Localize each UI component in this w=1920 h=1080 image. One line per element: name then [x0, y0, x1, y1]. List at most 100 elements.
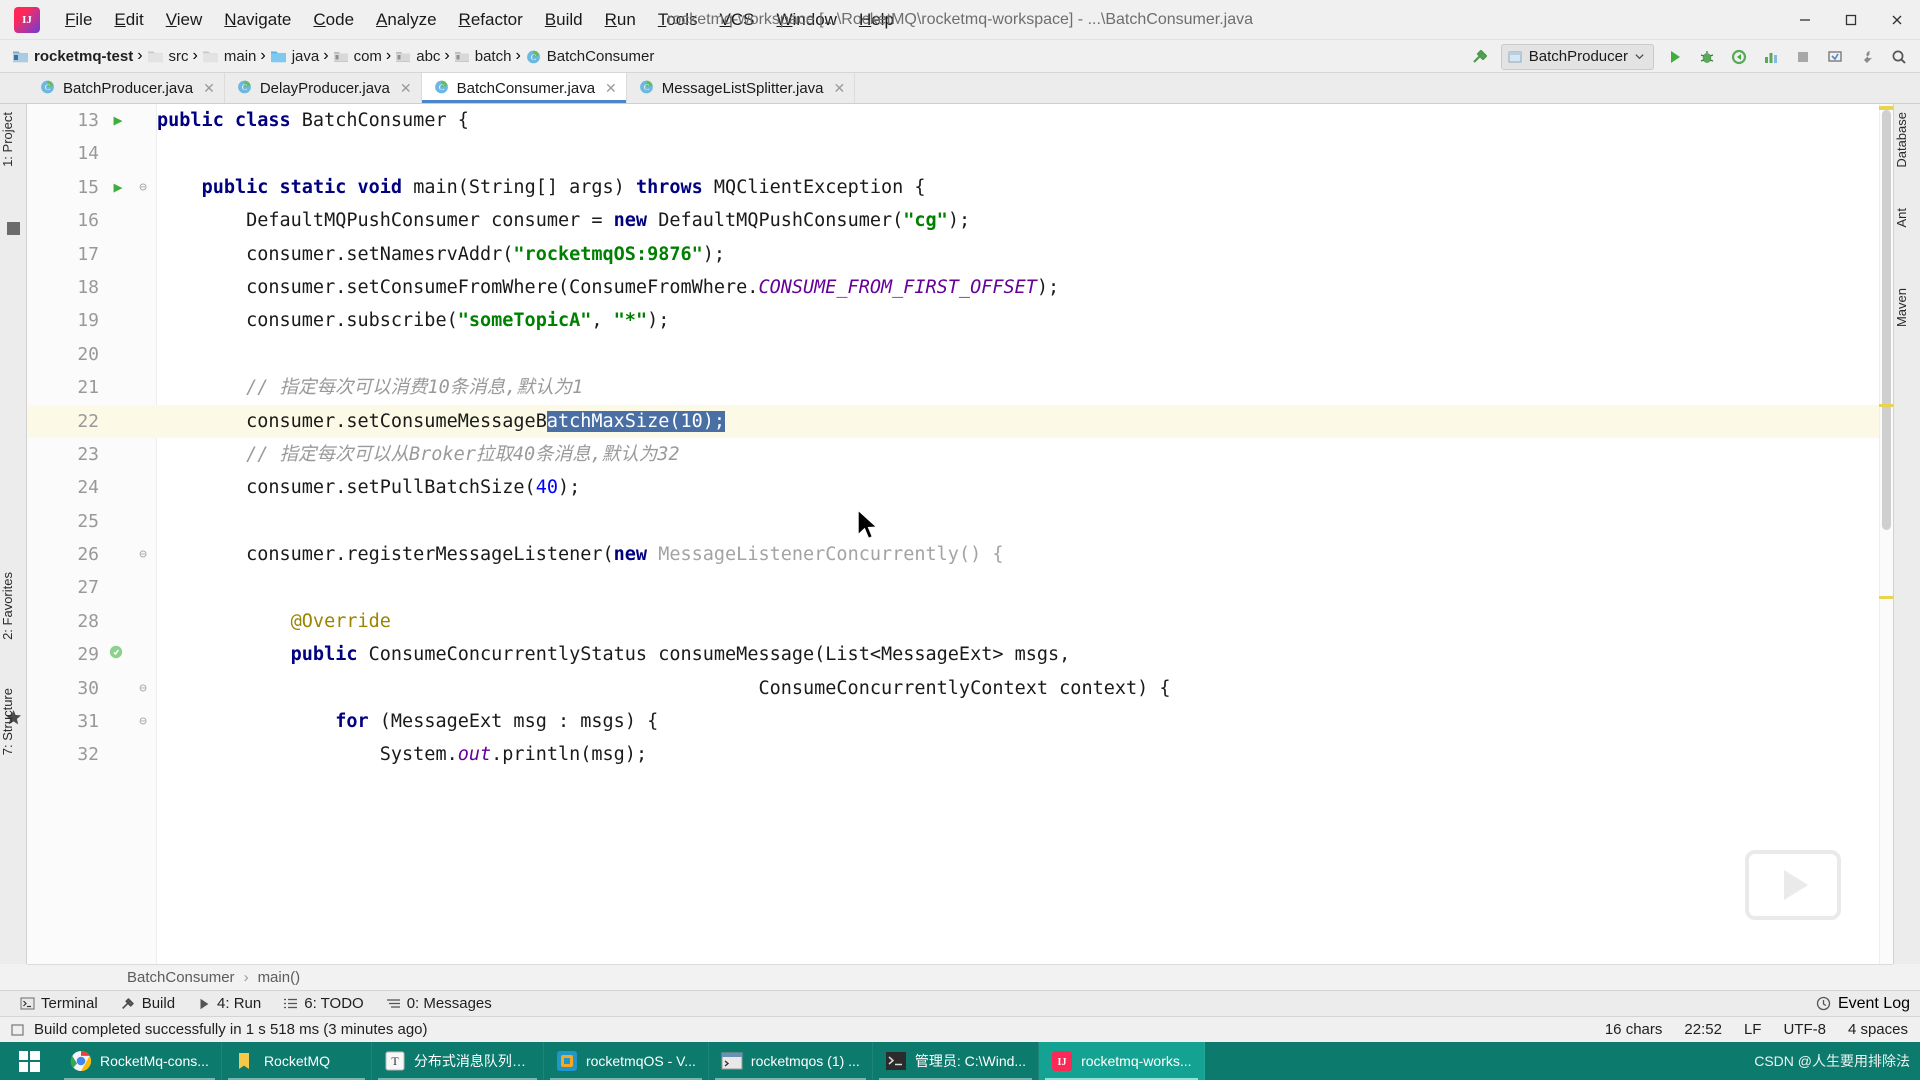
tool-button-favorites[interactable]: 2: Favorites: [0, 566, 27, 646]
taskbar-item[interactable]: rocketmqos (1) ...: [709, 1042, 873, 1080]
menu-navigate[interactable]: Navigate: [213, 5, 302, 35]
code-line-25[interactable]: 25: [27, 505, 1893, 538]
breadcrumb-item-rocketmq-test[interactable]: rocketmq-test: [8, 46, 137, 67]
menu-refactor[interactable]: Refactor: [448, 5, 534, 35]
profile-button[interactable]: [1756, 43, 1786, 71]
menu-code[interactable]: Code: [302, 5, 365, 35]
taskbar-item[interactable]: T 分布式消息队列R...: [372, 1042, 544, 1080]
close-button[interactable]: [1874, 0, 1920, 40]
editor-scrollbar[interactable]: [1879, 104, 1893, 964]
update-application-button[interactable]: [1820, 43, 1850, 71]
code-line-13[interactable]: 13 ▶ public class BatchConsumer {: [27, 104, 1893, 137]
close-tab-icon[interactable]: ✕: [203, 80, 215, 97]
menu-view[interactable]: View: [155, 5, 214, 35]
editor-tab-batchproducer[interactable]: C BatchProducer.java ✕: [28, 73, 225, 103]
code-line-19[interactable]: 19 consumer.subscribe("someTopicA", "*")…: [27, 304, 1893, 337]
editor-breadcrumb-method[interactable]: main(): [258, 969, 301, 986]
status-encoding[interactable]: UTF-8: [1783, 1021, 1826, 1038]
code-line-32[interactable]: 32 System.out.println(msg);: [27, 738, 1893, 771]
event-log-button[interactable]: Event Log: [1816, 995, 1910, 1013]
tool-window-todo[interactable]: 6: TODO: [273, 993, 373, 1014]
scrollbar-thumb[interactable]: [1882, 110, 1891, 530]
code-line-24[interactable]: 24 consumer.setPullBatchSize(40);: [27, 471, 1893, 504]
minimize-button[interactable]: [1782, 0, 1828, 40]
editor-tab-delayproducer[interactable]: C DelayProducer.java ✕: [225, 73, 422, 103]
run-button[interactable]: [1660, 43, 1690, 71]
taskbar-item[interactable]: RocketMq-cons...: [58, 1042, 222, 1080]
menu-file[interactable]: File: [54, 5, 103, 35]
status-caret-position[interactable]: 22:52: [1684, 1021, 1722, 1038]
debug-button[interactable]: [1692, 43, 1722, 71]
close-tab-icon[interactable]: ✕: [834, 80, 846, 97]
stop-button[interactable]: [1788, 43, 1818, 71]
tool-window-run[interactable]: 4: Run: [187, 993, 271, 1014]
search-everywhere-button[interactable]: [1884, 43, 1914, 71]
run-with-coverage-button[interactable]: [1724, 43, 1754, 71]
taskbar-item[interactable]: rocketmqOS - V...: [544, 1042, 709, 1080]
code-lines[interactable]: 13 ▶ public class BatchConsumer {14 15 ▶ ⊖ pu…: [27, 104, 1893, 964]
code-line-18[interactable]: 18 consumer.setConsumeFromWhere(ConsumeF…: [27, 271, 1893, 304]
error-stripe-mark[interactable]: [1879, 596, 1893, 599]
windows-start-button[interactable]: [0, 1042, 58, 1080]
editor-tab-batchconsumer[interactable]: C BatchConsumer.java ✕: [421, 73, 627, 103]
run-gutter-icon[interactable]: ▶: [109, 104, 127, 137]
code-fold-toggle[interactable]: ⊖: [135, 672, 151, 705]
menu-analyze[interactable]: Analyze: [365, 5, 447, 35]
taskbar-item[interactable]: 管理员: C:\Wind...: [873, 1042, 1040, 1080]
code-line-28[interactable]: 28 @Override: [27, 605, 1893, 638]
status-line-separator[interactable]: LF: [1744, 1021, 1762, 1038]
maximize-button[interactable]: [1828, 0, 1874, 40]
breadcrumb-item-java[interactable]: java: [266, 46, 324, 67]
code-line-22[interactable]: 22 consumer.setConsumeMessageBatchMaxSiz…: [27, 404, 1893, 438]
breadcrumb-item-batchconsumer[interactable]: C BatchConsumer: [521, 46, 659, 67]
code-line-30[interactable]: 30 ⊖ ConsumeConcurrentlyContext context) …: [27, 672, 1893, 705]
tool-button-maven[interactable]: Maven: [1894, 282, 1920, 333]
editor-tab-messagelistsplitter[interactable]: C MessageListSplitter.java ✕: [627, 73, 856, 103]
close-tab-icon[interactable]: ✕: [605, 80, 617, 97]
code-line-27[interactable]: 27: [27, 571, 1893, 604]
code-line-26[interactable]: 26 ⊖ consumer.registerMessageListener(new…: [27, 538, 1893, 571]
tool-button-ant[interactable]: Ant: [1894, 202, 1920, 234]
code-line-17[interactable]: 17 consumer.setNamesrvAddr("rocketmqOS:9…: [27, 238, 1893, 271]
tool-window-messages[interactable]: 0: Messages: [376, 993, 502, 1014]
taskbar-item[interactable]: RocketMQ: [222, 1042, 372, 1080]
breadcrumb-item-main[interactable]: main: [198, 46, 261, 67]
code-editor[interactable]: 13 ▶ public class BatchConsumer {14 15 ▶ ⊖ pu…: [27, 104, 1893, 964]
breadcrumb-item-batch[interactable]: batch: [450, 46, 516, 67]
run-gutter-icon[interactable]: ▶: [109, 171, 127, 204]
inspection-gutter-icon[interactable]: [107, 638, 125, 671]
breadcrumb-label: abc: [416, 47, 441, 65]
tool-window-build[interactable]: Build: [110, 993, 185, 1014]
editor-breadcrumb-class[interactable]: BatchConsumer: [127, 969, 235, 986]
code-line-14[interactable]: 14: [27, 137, 1893, 170]
breadcrumb-item-com[interactable]: com: [329, 46, 386, 67]
editor-breadcrumb[interactable]: BatchConsumer › main(): [27, 964, 1893, 990]
code-line-16[interactable]: 16 DefaultMQPushConsumer consumer = new …: [27, 204, 1893, 237]
code-line-31[interactable]: 31 ⊖ for (MessageExt msg : msgs) {: [27, 705, 1893, 738]
menu-run[interactable]: Run: [594, 5, 647, 35]
code-line-29[interactable]: 29 public ConsumeConcurrentlyStatus cons…: [27, 638, 1893, 671]
tool-button-project[interactable]: 1: Project: [0, 106, 27, 173]
breadcrumb-item-src[interactable]: src: [143, 46, 193, 67]
menu-edit[interactable]: Edit: [103, 5, 154, 35]
build-project-button[interactable]: [1465, 43, 1495, 71]
tool-button-structure[interactable]: 7: Structure: [0, 682, 27, 761]
list-icon: [284, 998, 298, 1009]
menu-build[interactable]: Build: [534, 5, 594, 35]
taskbar-item[interactable]: IJ rocketmq-works...: [1039, 1042, 1205, 1080]
code-line-15[interactable]: 15 ▶ ⊖ public static void main(String[] ar…: [27, 171, 1893, 204]
code-fold-toggle[interactable]: ⊖: [135, 705, 151, 738]
code-line-21[interactable]: 21 // 指定每次可以消费10条消息,默认为1: [27, 371, 1893, 404]
tool-window-terminal[interactable]: Terminal: [10, 993, 108, 1014]
code-fold-toggle[interactable]: ⊖: [135, 538, 151, 571]
code-line-23[interactable]: 23 // 指定每次可以从Broker拉取40条消息,默认为32: [27, 438, 1893, 471]
error-stripe-mark[interactable]: [1879, 404, 1893, 407]
status-indent[interactable]: 4 spaces: [1848, 1021, 1908, 1038]
tool-button-database[interactable]: Database: [1894, 106, 1920, 174]
run-configuration-selector[interactable]: BatchProducer: [1500, 43, 1654, 70]
close-tab-icon[interactable]: ✕: [400, 80, 412, 97]
code-fold-toggle[interactable]: ⊖: [135, 171, 151, 204]
breadcrumb-item-abc[interactable]: abc: [391, 46, 444, 67]
code-line-20[interactable]: 20: [27, 338, 1893, 371]
settings-wrench-button[interactable]: [1852, 43, 1882, 71]
